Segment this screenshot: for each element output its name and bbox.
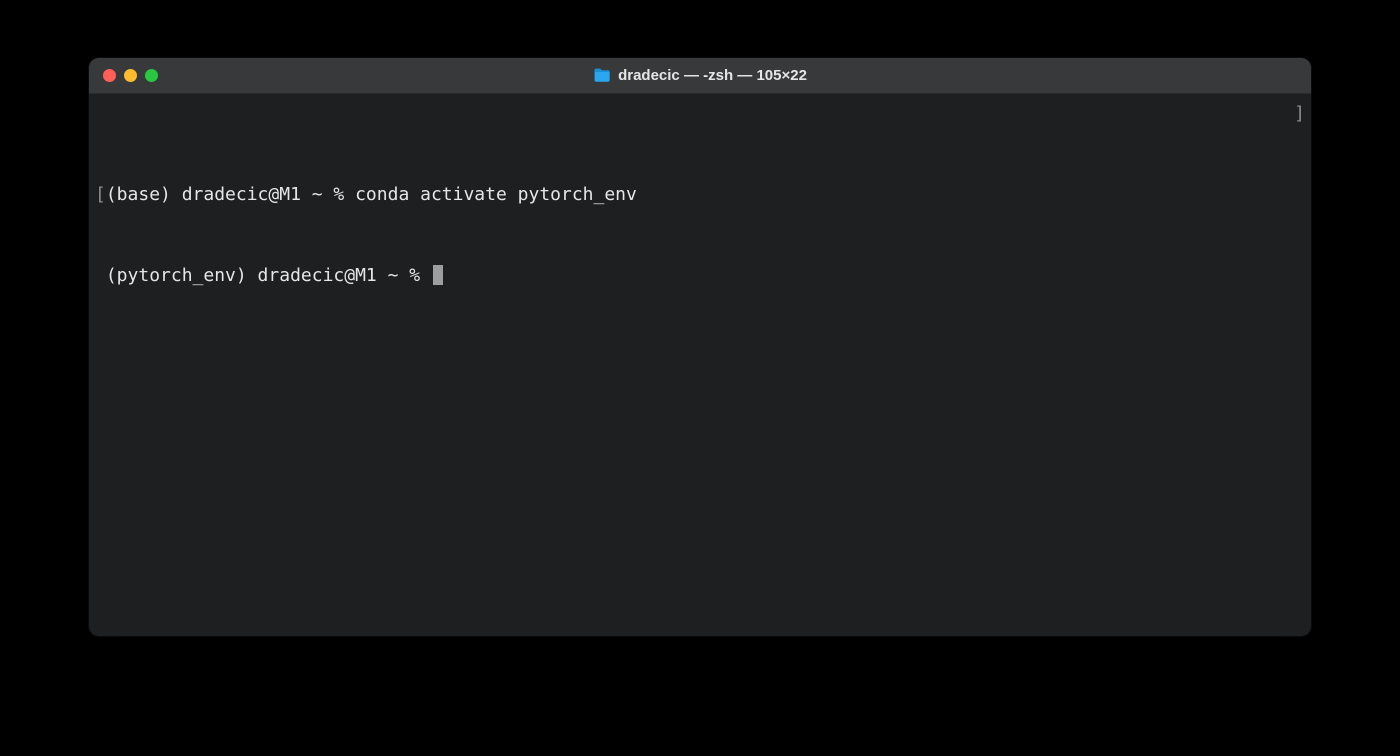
title-bar: dradecic — -zsh — 105×22 [89,58,1311,94]
line-left-bracket: [ [95,184,106,205]
folder-icon [593,68,611,83]
line-left-spacer [95,265,106,286]
terminal-window: dradecic — -zsh — 105×22 ] [(base) drade… [89,58,1311,636]
command-text: conda activate pytorch_env [355,184,637,205]
minimize-button[interactable] [124,69,137,82]
terminal-line-2: (pytorch_env) dradecic@M1 ~ % [95,262,1305,289]
close-button[interactable] [103,69,116,82]
window-title-group: dradecic — -zsh — 105×22 [593,67,807,84]
cursor [433,265,443,285]
terminal-body[interactable]: ] [(base) dradecic@M1 ~ % conda activate… [89,94,1311,636]
prompt-text: (pytorch_env) dradecic@M1 ~ % [106,265,431,286]
terminal-line-1: [(base) dradecic@M1 ~ % conda activate p… [95,181,1305,208]
line-right-bracket: ] [1294,100,1305,127]
maximize-button[interactable] [145,69,158,82]
prompt-text: (base) dradecic@M1 ~ % [106,184,355,205]
traffic-lights [103,69,158,82]
window-title: dradecic — -zsh — 105×22 [618,67,807,84]
